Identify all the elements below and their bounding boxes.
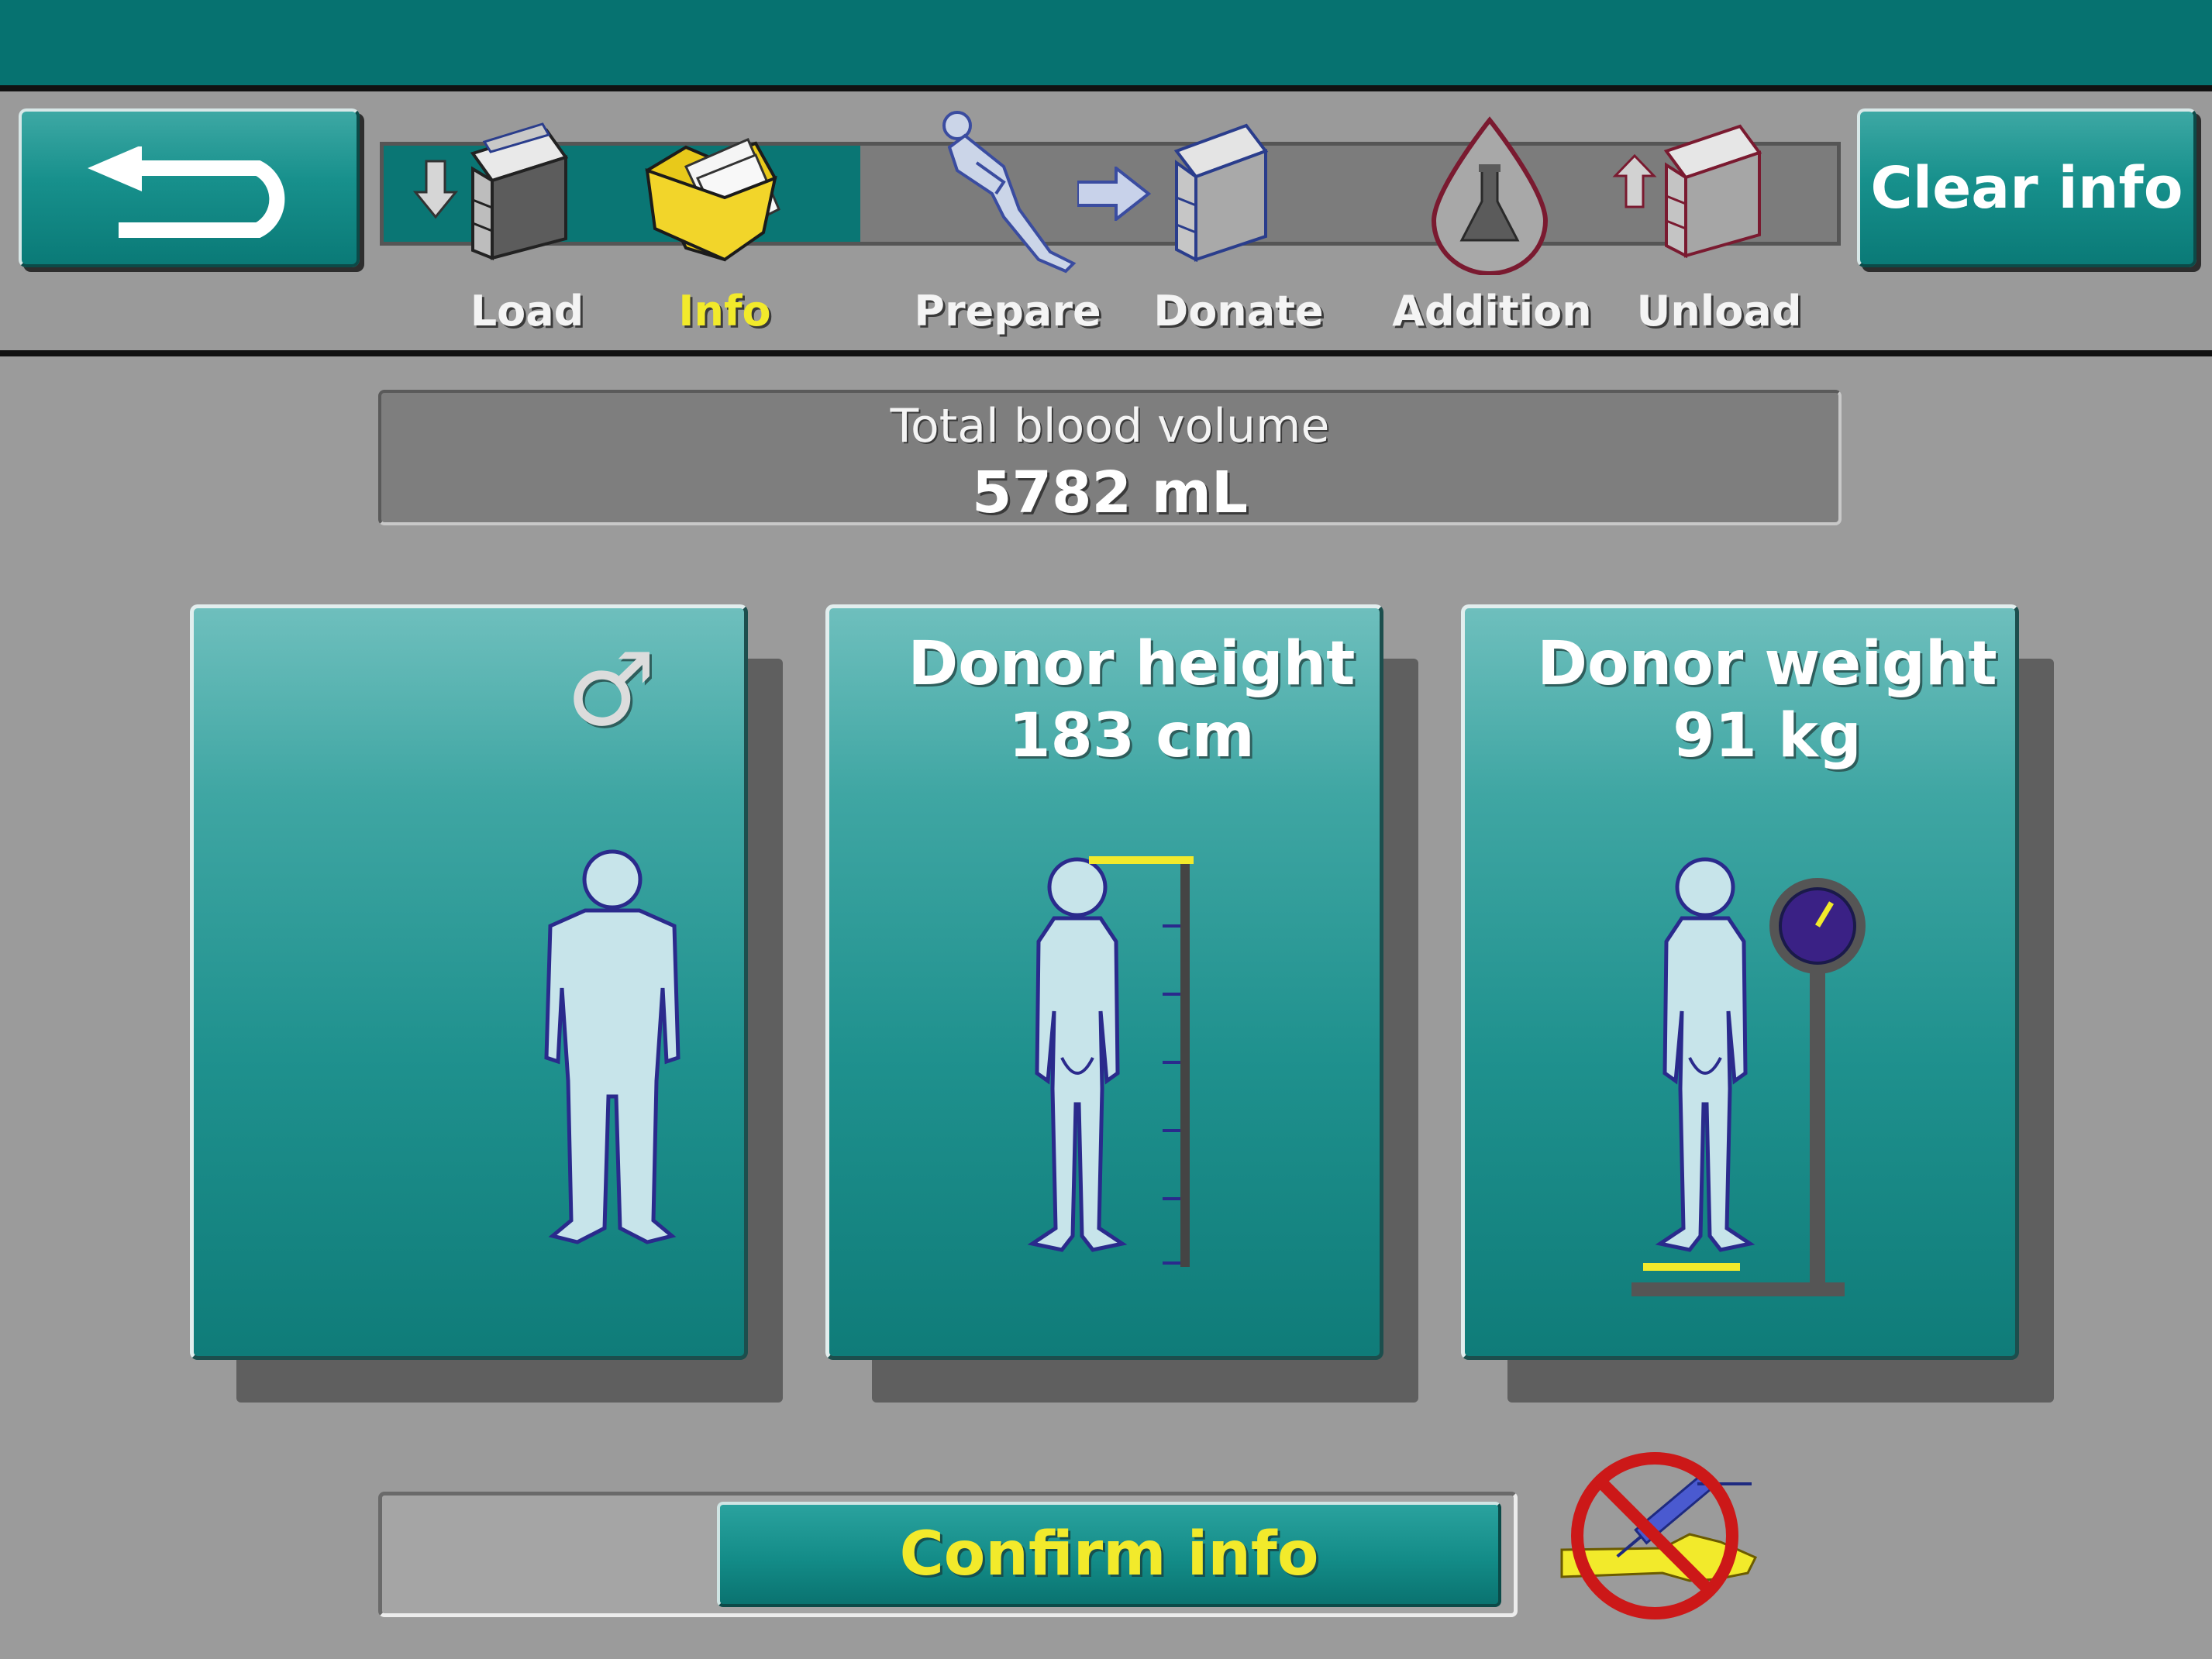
confirm-info-button[interactable]: Confirm info [717,1502,1501,1607]
step-unload[interactable] [1612,112,1767,267]
male-icon: ♂ [566,631,656,749]
step-addition[interactable] [1426,116,1554,276]
folder-icon [645,138,780,262]
donor-weight-value: 91 kg [1673,701,1862,771]
step-label-unload: Unload [1636,287,1802,336]
load-machine-icon [412,122,569,260]
step-label-prepare: Prepare [914,287,1101,336]
donor-weight-panel[interactable]: Donor weight 91 kg [1461,604,2019,1360]
step-label-donate: Donate [1153,287,1324,336]
donor-height-panel[interactable]: Donor height 183 cm [825,604,1383,1360]
total-blood-volume-value: 5782 mL [972,459,1248,526]
step-label-addition: Addition [1392,287,1592,336]
blood-drop-flask-icon [1431,116,1549,276]
back-arrow-icon [88,146,285,238]
unload-machine-icon [1612,124,1762,259]
step-donate[interactable] [1161,116,1277,271]
gender-panel[interactable]: ♂ [190,604,748,1360]
patient-reclined-icon [942,111,1077,274]
height-ruler-icon [1089,856,1194,1267]
step-label-info: Info [678,287,771,336]
step-prepare[interactable] [934,108,1089,275]
clear-info-button[interactable]: Clear info [1857,108,2196,267]
donor-height-title: Donor height [908,629,1356,699]
donor-height-value: 183 cm [1008,701,1255,771]
standing-person-icon [544,849,680,1244]
right-arrow-icon [1077,167,1151,221]
total-blood-volume-label: Total blood volume [890,399,1330,453]
donate-machine-icon [1173,123,1269,263]
no-needle-arm-icon [1560,1452,1758,1619]
weight-scale-icon [1631,878,1866,1296]
step-load[interactable] [411,115,581,270]
back-button[interactable] [19,108,360,267]
title-bar [0,0,2212,85]
step-info[interactable] [639,124,787,271]
donor-weight-title: Donor weight [1537,629,1997,699]
